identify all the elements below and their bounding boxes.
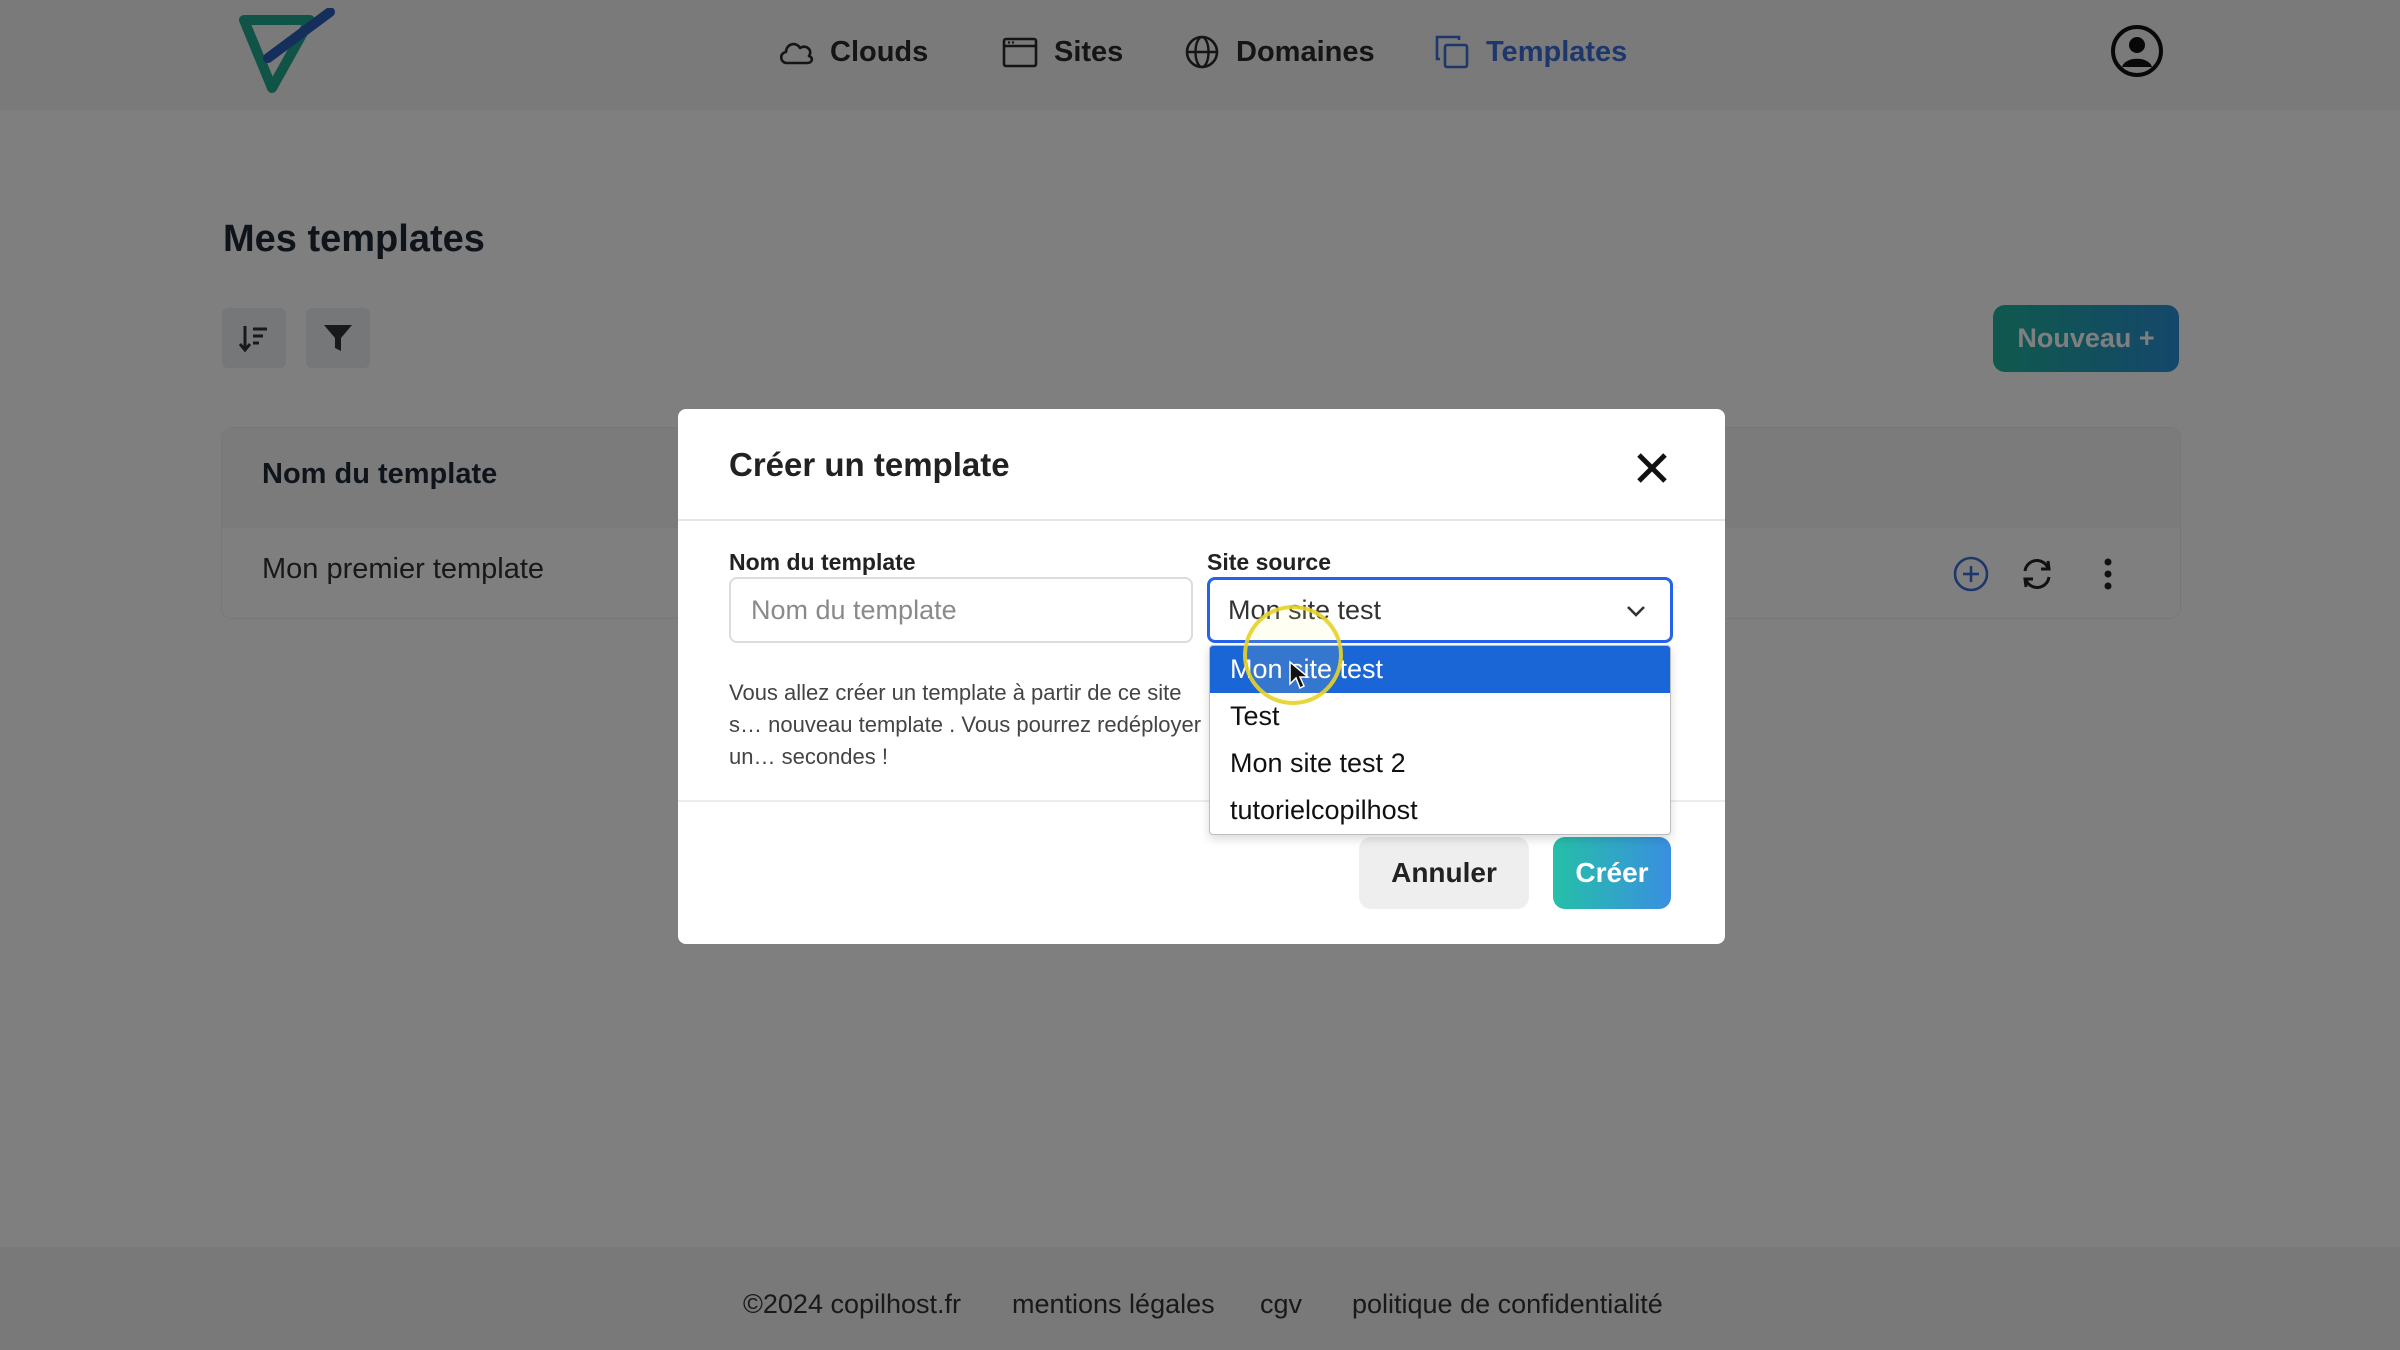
chevron-down-icon — [1627, 606, 1645, 617]
cancel-button[interactable]: Annuler — [1359, 837, 1529, 909]
close-modal-button[interactable] — [1628, 444, 1676, 492]
mouse-cursor-icon — [1289, 660, 1310, 690]
page: Clouds Sites Domaines Templates Mes temp… — [0, 0, 2400, 1350]
template-name-label: Nom du template — [729, 549, 916, 575]
helper-text: Vous allez créer un template à partir de… — [729, 680, 1202, 769]
site-source-label: Site source — [1207, 549, 1331, 575]
divider — [678, 519, 1725, 521]
dropdown-option[interactable]: Mon site test 2 — [1210, 740, 1670, 787]
cursor-highlight — [1243, 605, 1343, 705]
create-button[interactable]: Créer — [1553, 837, 1671, 909]
template-name-input[interactable] — [729, 577, 1193, 643]
modal-title: Créer un template — [729, 446, 1010, 483]
dropdown-option[interactable]: tutorielcopilhost — [1210, 787, 1670, 834]
close-icon — [1637, 453, 1667, 483]
